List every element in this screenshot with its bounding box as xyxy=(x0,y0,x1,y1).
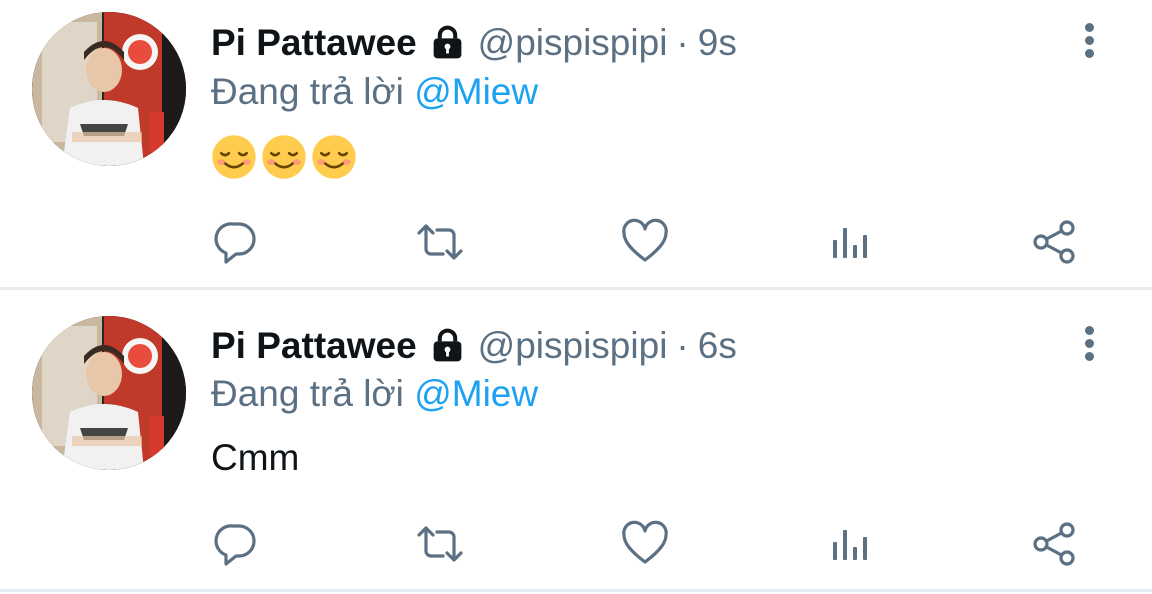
relieved-face-emoji xyxy=(312,135,356,179)
reply-prefix: Đang trả lời xyxy=(211,71,415,112)
reply-context: Đang trả lời @Miew xyxy=(211,370,538,418)
divider xyxy=(0,589,1152,592)
tweet-content: Cmm xyxy=(211,432,299,484)
separator: · xyxy=(676,22,689,63)
timestamp[interactable]: 9s xyxy=(698,19,737,67)
reply-icon[interactable] xyxy=(212,520,260,568)
retweet-icon[interactable] xyxy=(416,218,464,266)
retweet-icon[interactable] xyxy=(416,520,464,568)
tweet-2[interactable]: Pi Pattawee @pispispipi · 6s Đang trả lờ… xyxy=(0,290,1152,592)
relieved-face-emoji xyxy=(212,135,256,179)
reply-icon[interactable] xyxy=(212,218,260,266)
like-icon[interactable] xyxy=(621,520,669,568)
analytics-icon[interactable] xyxy=(826,520,874,568)
tweet-header: Pi Pattawee @pispispipi · 6s xyxy=(211,322,737,370)
action-bar xyxy=(0,218,1152,268)
reply-mention-link[interactable]: @Miew xyxy=(414,71,538,112)
tweet-header: Pi Pattawee @pispispipi · 9s xyxy=(211,19,737,67)
share-icon[interactable] xyxy=(1030,218,1078,266)
user-handle[interactable]: @pispispipi xyxy=(478,322,668,370)
lock-icon xyxy=(429,23,466,63)
tweet-text: Cmm xyxy=(211,437,300,478)
avatar[interactable] xyxy=(32,12,186,166)
timestamp[interactable]: 6s xyxy=(698,322,737,370)
display-name[interactable]: Pi Pattawee xyxy=(211,19,417,67)
avatar[interactable] xyxy=(32,316,186,470)
reply-mention-link[interactable]: @Miew xyxy=(414,373,538,414)
tweet-content xyxy=(211,134,357,180)
reply-context: Đang trả lời @Miew xyxy=(211,68,538,116)
user-handle[interactable]: @pispispipi xyxy=(478,19,668,67)
action-bar xyxy=(0,520,1152,570)
reply-prefix: Đang trả lời xyxy=(211,373,415,414)
lock-icon xyxy=(429,326,466,366)
more-vertical-icon[interactable] xyxy=(1072,323,1106,365)
more-vertical-icon[interactable] xyxy=(1072,20,1106,62)
analytics-icon[interactable] xyxy=(826,218,874,266)
emoji-row xyxy=(211,134,357,180)
relieved-face-emoji xyxy=(262,135,306,179)
separator: · xyxy=(676,325,689,366)
tweet-1[interactable]: Pi Pattawee @pispispipi · 9s Đang trả lờ… xyxy=(0,0,1152,290)
display-name[interactable]: Pi Pattawee xyxy=(211,322,417,370)
share-icon[interactable] xyxy=(1030,520,1078,568)
like-icon[interactable] xyxy=(621,218,669,266)
